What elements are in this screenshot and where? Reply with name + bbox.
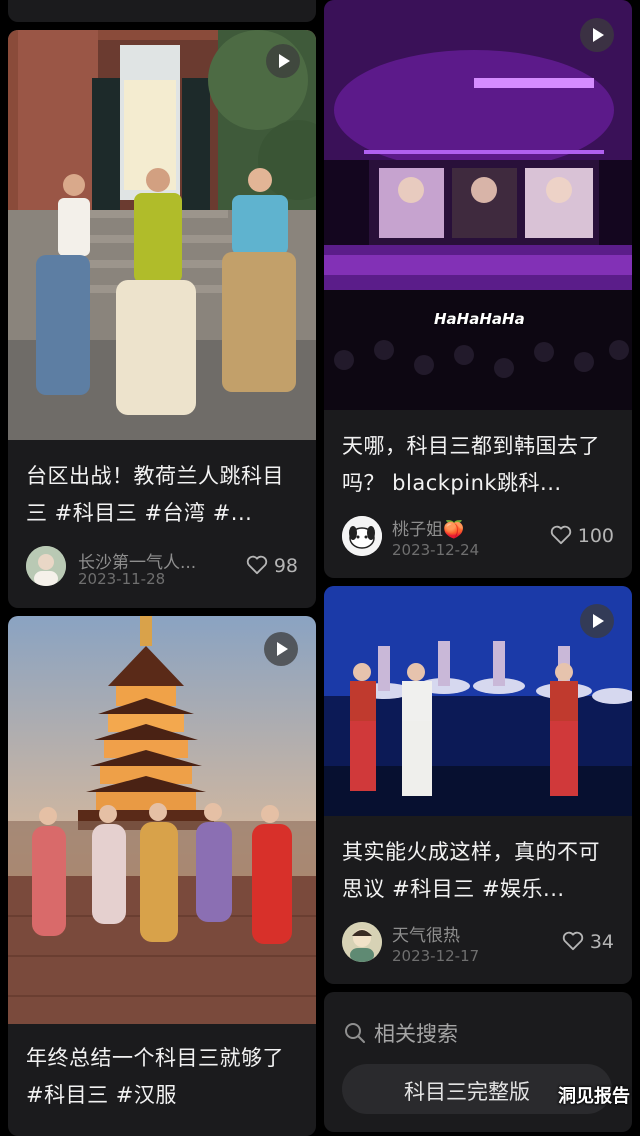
video-title[interactable]: 其实能火成这样，真的不可思议 #科目三 #娱乐... <box>342 834 616 908</box>
heart-outline-icon <box>246 555 267 575</box>
video-title[interactable]: 年终总结一个科目三就够了 #科目三 #汉服 <box>26 1040 300 1114</box>
video-card-blackpink[interactable]: HaHaHaHa 天哪，科目三都到韩国去了吗？ blackpink跳科... 桃… <box>324 0 632 578</box>
video-card-ballet[interactable]: 其实能火成这样，真的不可思议 #科目三 #娱乐... 天气很热 2023-12-… <box>324 586 632 984</box>
related-search-header[interactable]: 相关搜索 <box>344 1018 458 1048</box>
previous-card-left[interactable] <box>8 0 316 22</box>
like-count[interactable]: 100 <box>550 525 614 547</box>
video-title[interactable]: 台区出战！教荷兰人跳科目三 #科目三 #台湾 #... <box>26 458 300 532</box>
heart-outline-icon <box>550 525 571 545</box>
overlay-caption: HaHaHaHa <box>434 310 525 328</box>
author-name[interactable]: 天气很热 <box>392 921 460 946</box>
search-icon <box>345 1023 365 1043</box>
like-count[interactable]: 34 <box>562 931 614 953</box>
author-name[interactable]: 桃子姐🍑 <box>392 515 464 540</box>
heart-outline-icon <box>562 931 583 951</box>
related-search-chip-label: 科目三完整版 <box>404 1080 530 1104</box>
play-icon[interactable] <box>580 604 614 638</box>
play-icon[interactable] <box>266 44 300 78</box>
avatar[interactable] <box>342 516 382 556</box>
video-thumbnail[interactable] <box>324 586 632 816</box>
avatar[interactable] <box>26 546 66 586</box>
related-search-label: 相关搜索 <box>374 1022 458 1046</box>
post-date: 2023-11-28 <box>78 570 166 588</box>
video-card-dutch-dance[interactable]: 台区出战！教荷兰人跳科目三 #科目三 #台湾 #... 长沙第一气人... 20… <box>8 30 316 608</box>
post-date: 2023-12-17 <box>392 947 480 965</box>
related-search-panel: 相关搜索 科目三完整版 <box>324 992 632 1132</box>
video-thumbnail[interactable] <box>8 30 316 440</box>
avatar[interactable] <box>342 922 382 962</box>
video-title[interactable]: 天哪，科目三都到韩国去了吗？ blackpink跳科... <box>342 428 616 502</box>
play-icon[interactable] <box>580 18 614 52</box>
video-thumbnail[interactable]: HaHaHaHa <box>324 0 632 410</box>
video-thumbnail[interactable] <box>8 616 316 1024</box>
like-count-value: 100 <box>577 525 614 547</box>
play-icon[interactable] <box>264 632 298 666</box>
post-date: 2023-12-24 <box>392 541 480 559</box>
like-count[interactable]: 98 <box>246 555 298 577</box>
video-card-hanfu[interactable]: 年终总结一个科目三就够了 #科目三 #汉服 <box>8 616 316 1136</box>
like-count-value: 98 <box>273 555 298 577</box>
like-count-value: 34 <box>589 931 614 953</box>
watermark: 洞见报告 <box>558 1086 630 1107</box>
